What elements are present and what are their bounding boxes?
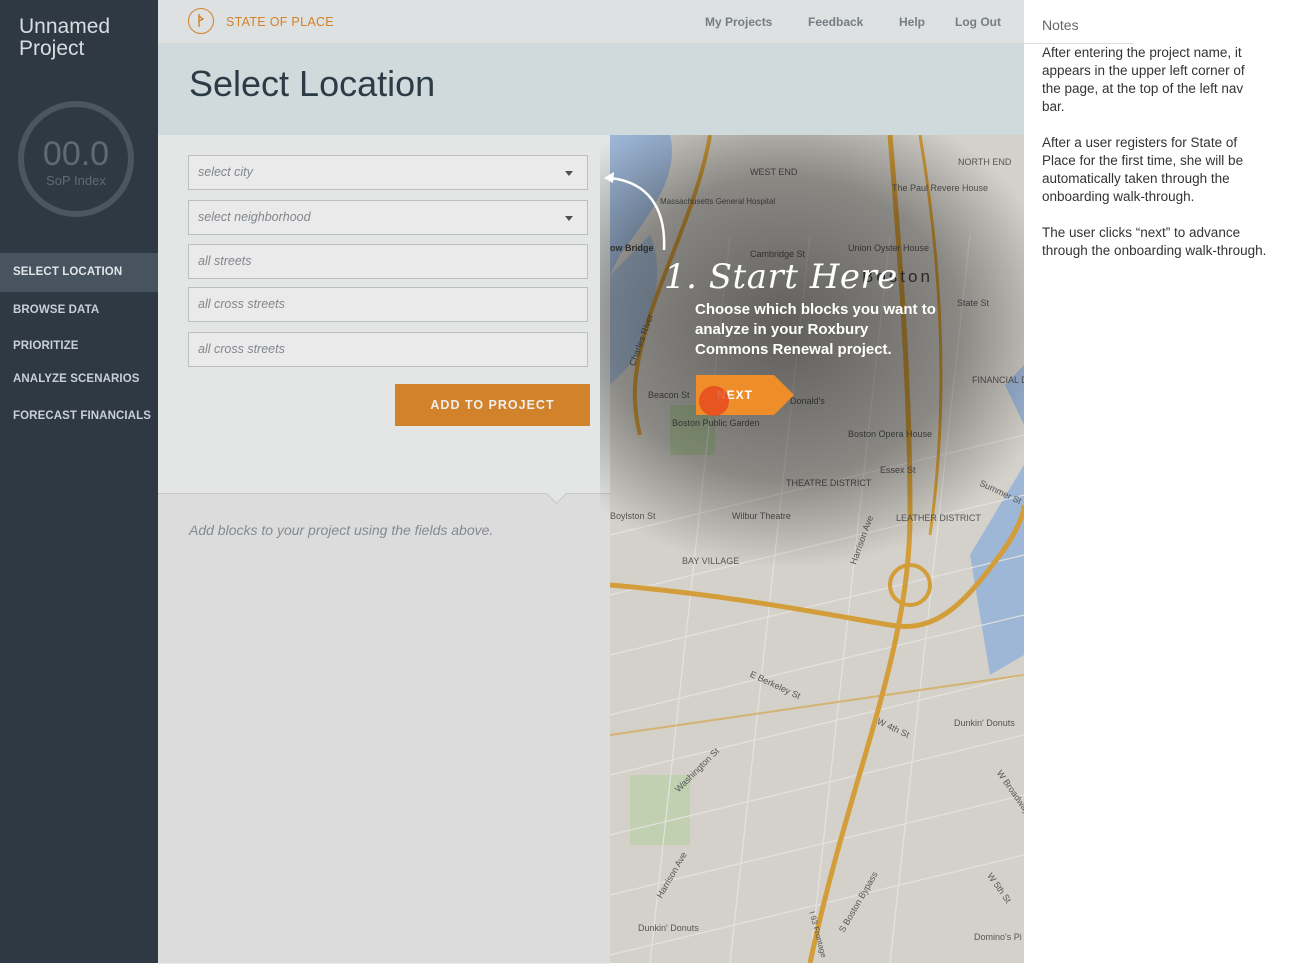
curved-arrow-icon — [604, 172, 666, 251]
sidebar-item-browse-data[interactable]: BROWSE DATA — [0, 292, 158, 328]
map-label-state-st: State St — [957, 298, 990, 308]
coach-title: 1. Start Here — [664, 257, 898, 297]
map-label-essex-st: Essex St — [880, 465, 916, 475]
sidebar-item-prioritize[interactable]: PRIORITIZE — [0, 328, 158, 364]
notes-paragraph-2: After a user registers for State of Plac… — [1042, 135, 1244, 204]
map-label-west-end: WEST END — [750, 167, 798, 177]
map-label-theatre-district: THEATRE DISTRICT — [786, 478, 872, 488]
notes-paragraph-1: After entering the project name, it appe… — [1042, 45, 1245, 114]
select-city-dropdown[interactable]: select city — [188, 155, 588, 190]
map-label-leather-district: LEATHER DISTRICT — [896, 513, 981, 523]
project-name: Unnamed Project — [19, 15, 111, 60]
map-label-donalds: Donald's — [790, 396, 825, 406]
nav-my-projects[interactable]: My Projects — [705, 15, 772, 29]
sop-index-gauge: 00.0 SoP Index — [18, 101, 134, 217]
map-label-opera-house: Boston Opera House — [848, 429, 933, 439]
map-label-public-garden: Boston Public Garden — [672, 418, 760, 428]
map-label-wilbur-theatre: Wilbur Theatre — [732, 511, 791, 521]
map-label-bay-village: BAY VILLAGE — [682, 556, 740, 566]
chevron-down-icon — [565, 216, 573, 221]
title-band: Select Location — [158, 43, 1024, 135]
map-label-financial-district: FINANCIAL DISTRICT — [972, 375, 1024, 385]
notes-paragraph-3: The user clicks “next” to advance throug… — [1042, 225, 1267, 258]
map-label-paul-revere: The Paul Revere House — [892, 183, 989, 193]
sidebar-item-select-location[interactable]: SELECT LOCATION — [0, 253, 158, 292]
sop-index-label: SoP Index — [46, 173, 106, 188]
project-blocks-panel: Add blocks to your project using the fie… — [158, 482, 610, 964]
top-header: STATE OF PLACE My Projects Feedback Help… — [158, 0, 1024, 43]
select-neighborhood-placeholder: select neighborhood — [198, 210, 311, 224]
sidebar-item-analyze-scenarios[interactable]: ANALYZE SCENARIOS — [0, 364, 158, 398]
select-neighborhood-dropdown[interactable]: select neighborhood — [188, 200, 588, 235]
map-label-dunkin-2: Dunkin' Donuts — [638, 923, 699, 933]
map-label-dominos: Domino's Pi — [974, 932, 1022, 942]
sop-index-value: 00.0 — [42, 135, 110, 173]
nav-help[interactable]: Help — [899, 15, 925, 29]
brand-name[interactable]: STATE OF PLACE — [226, 15, 334, 29]
nav-log-out[interactable]: Log Out — [955, 15, 1001, 29]
cross-streets-input-2[interactable]: all cross streets — [188, 332, 588, 367]
streets-input[interactable]: all streets — [188, 244, 588, 279]
map-label-north-end: NORTH END — [958, 157, 1012, 167]
streets-placeholder: all streets — [198, 254, 252, 268]
notes-title: Notes — [1042, 17, 1079, 33]
coach-description: Choose which blocks you want to analyze … — [695, 301, 936, 358]
cross-streets-input[interactable]: all cross streets — [188, 287, 588, 322]
left-sidebar: Unnamed Project 00.0 SoP Index SELECT LO… — [0, 0, 158, 963]
click-indicator — [699, 386, 729, 416]
location-form: select city select neighborhood all stre… — [158, 135, 610, 493]
select-city-placeholder: select city — [198, 165, 253, 179]
cross-streets-placeholder: all cross streets — [198, 297, 285, 311]
empty-state-hint: Add blocks to your project using the fie… — [189, 522, 494, 538]
sidebar-item-forecast-financials[interactable]: FORECAST FINANCIALS — [0, 398, 158, 434]
sidebar-nav: SELECT LOCATION BROWSE DATA PRIORITIZE A… — [0, 253, 158, 434]
cross-streets-placeholder-2: all cross streets — [198, 342, 285, 356]
chevron-down-icon — [565, 171, 573, 176]
map-label-boylston-st: Boylston St — [610, 511, 656, 521]
map-label-dunkin-1: Dunkin' Donuts — [954, 718, 1015, 728]
page-title: Select Location — [189, 63, 436, 104]
map-label-beacon-st: Beacon St — [648, 390, 690, 400]
add-to-project-button[interactable]: ADD TO PROJECT — [395, 384, 590, 426]
nav-feedback[interactable]: Feedback — [808, 15, 863, 29]
state-of-place-logo-icon[interactable] — [188, 8, 214, 34]
map-label-union-oyster: Union Oyster House — [848, 243, 930, 253]
notes-panel: Notes After entering the project name, i… — [1024, 0, 1293, 963]
